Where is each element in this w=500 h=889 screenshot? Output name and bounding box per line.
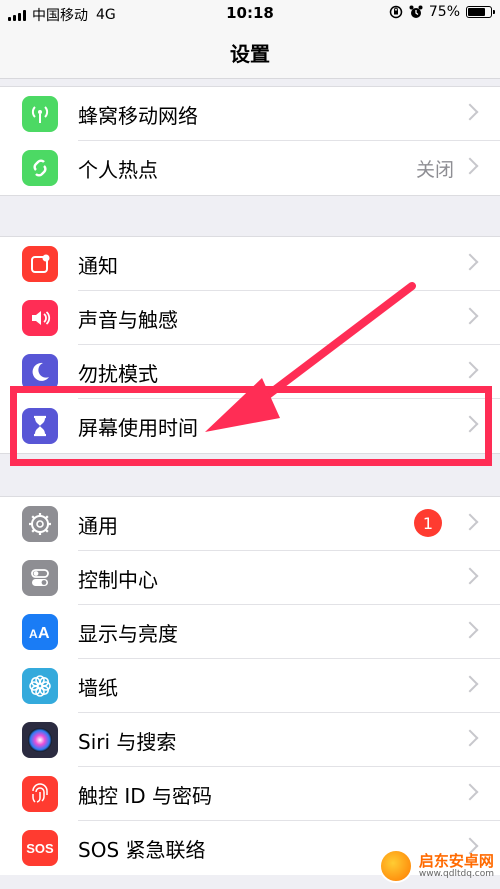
chevron-right-icon <box>461 783 479 801</box>
chevron-right-icon <box>461 675 479 693</box>
settings-row-wallpaper[interactable]: 墙纸 <box>0 659 500 713</box>
settings-row-label: 显示与亮度 <box>78 621 178 646</box>
hotspot-icon <box>22 150 58 186</box>
settings-group-network: 蜂窝移动网络 个人热点 关闭 <box>0 86 500 196</box>
settings-row-label: 控制中心 <box>78 567 158 592</box>
settings-row-display[interactable]: AA 显示与亮度 <box>0 605 500 659</box>
update-badge: 1 <box>414 509 442 537</box>
svg-text:A: A <box>29 627 38 641</box>
chevron-right-icon <box>461 157 479 175</box>
watermark-name: 启东安卓网 <box>418 851 494 870</box>
gear-icon <box>22 506 58 542</box>
siri-icon <box>22 722 58 758</box>
chevron-right-icon <box>461 621 479 639</box>
switches-icon <box>22 560 58 596</box>
status-bar: 中国移动 4G 10:18 75% <box>0 0 500 26</box>
settings-row-touch-id[interactable]: 触控 ID 与密码 <box>0 767 500 821</box>
nav-bar: 设置 <box>0 26 500 79</box>
speaker-icon <box>22 300 58 336</box>
page-title: 设置 <box>230 41 270 66</box>
highlight-box <box>10 386 492 466</box>
chevron-right-icon <box>461 103 479 121</box>
watermark-logo-icon <box>378 849 413 883</box>
settings-group-general: 通用 1 控制中心 AA 显示与亮度 墙纸 Siri 与搜索 触控 ID 与密码… <box>0 496 500 875</box>
settings-row-general[interactable]: 通用 1 <box>0 497 500 551</box>
settings-row-label: Siri 与搜索 <box>78 729 177 754</box>
battery-icon <box>466 6 495 18</box>
watermark: 启东安卓网 www.qdltdq.com <box>378 849 494 883</box>
display-icon: AA <box>22 614 58 650</box>
settings-row-sounds[interactable]: 声音与触感 <box>0 291 500 345</box>
settings-row-label: 蜂窝移动网络 <box>78 103 198 128</box>
chevron-right-icon <box>461 729 479 747</box>
chevron-right-icon <box>461 361 479 379</box>
hotspot-status-value: 关闭 <box>415 158 454 181</box>
settings-row-label: 墙纸 <box>78 675 118 700</box>
orientation-lock-icon <box>389 5 403 19</box>
watermark-url: www.qdltdq.com <box>418 868 494 879</box>
settings-row-label: 勿扰模式 <box>78 361 158 386</box>
notification-icon <box>22 246 58 282</box>
settings-row-label: 个人热点 <box>78 157 158 182</box>
settings-row-label: 触控 ID 与密码 <box>78 783 213 808</box>
fingerprint-icon <box>22 776 58 812</box>
sos-icon: SOS <box>22 830 58 866</box>
flower-icon <box>22 668 58 704</box>
settings-row-notifications[interactable]: 通知 <box>0 237 500 291</box>
settings-row-hotspot[interactable]: 个人热点 关闭 <box>0 141 500 195</box>
chevron-right-icon <box>461 513 479 531</box>
settings-row-control-center[interactable]: 控制中心 <box>0 551 500 605</box>
alarm-icon <box>409 5 423 18</box>
chevron-right-icon <box>461 307 479 325</box>
settings-row-label: 声音与触感 <box>78 307 178 332</box>
chevron-right-icon <box>461 567 479 585</box>
settings-row-label: 通知 <box>78 253 118 278</box>
battery-percent: 75% <box>428 4 460 20</box>
status-right: 75% <box>389 4 495 20</box>
settings-row-cellular[interactable]: 蜂窝移动网络 <box>0 87 500 141</box>
svg-text:A: A <box>38 625 50 642</box>
moon-icon <box>22 354 58 390</box>
settings-row-label: 通用 <box>78 513 118 538</box>
settings-row-siri[interactable]: Siri 与搜索 <box>0 713 500 767</box>
settings-row-label: SOS 紧急联络 <box>78 837 206 862</box>
antenna-icon <box>22 96 58 132</box>
chevron-right-icon <box>461 253 479 271</box>
